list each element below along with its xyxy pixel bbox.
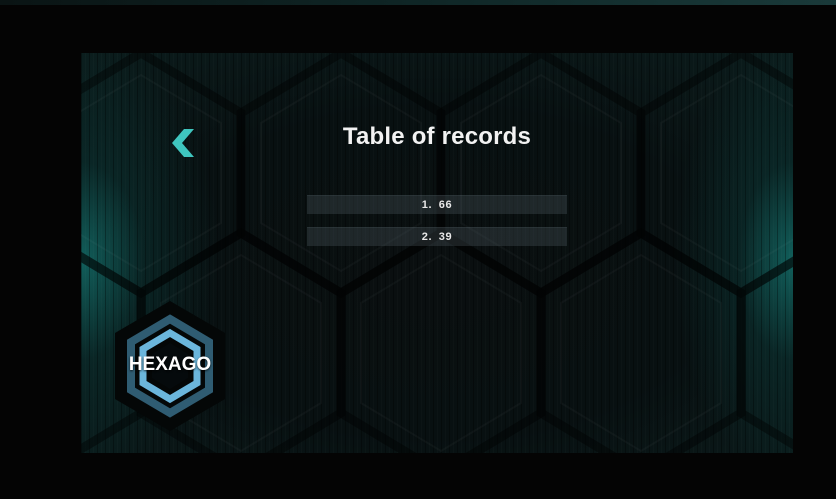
record-row: 2. 39 — [307, 227, 567, 246]
record-rank: 1. — [421, 199, 433, 211]
page-title: Table of records — [342, 123, 532, 150]
records-screen: Table of records 1. 66 2. 39 HEXAGO — [81, 53, 793, 453]
record-score: 39 — [438, 231, 453, 243]
record-row: 1. 66 — [307, 195, 567, 214]
top-strip — [0, 0, 836, 5]
record-score: 66 — [438, 199, 453, 211]
logo-text: HEXAGO — [128, 354, 212, 375]
app-window: Table of records 1. 66 2. 39 HEXAGO — [0, 0, 836, 499]
hexago-logo: HEXAGO — [115, 301, 225, 431]
records-list: 1. 66 2. 39 — [307, 195, 567, 259]
record-rank: 2. — [421, 231, 433, 243]
